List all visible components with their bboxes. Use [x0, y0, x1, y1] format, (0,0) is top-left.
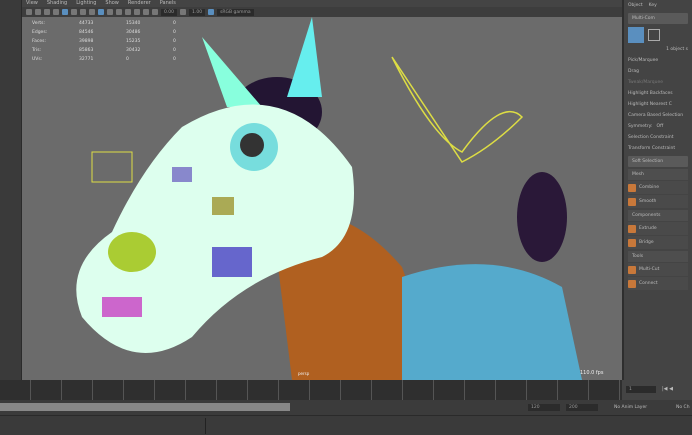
body: [402, 264, 582, 380]
playback-controls[interactable]: |◀ ◀: [662, 386, 673, 392]
smooth-shade-icon[interactable]: [71, 9, 77, 15]
connect-icon: [628, 279, 636, 288]
exposure-icon[interactable]: [152, 9, 158, 15]
drag-radio[interactable]: Drag: [628, 66, 688, 77]
character-set-dropdown[interactable]: No Ch: [676, 405, 690, 410]
viewport[interactable]: [22, 17, 622, 380]
connect-button[interactable]: Connect: [628, 277, 688, 290]
aa-icon[interactable]: [134, 9, 140, 15]
multi-cut-button[interactable]: Multi-Cut: [628, 263, 688, 276]
bridge-icon: [628, 238, 636, 247]
ao-icon[interactable]: [125, 9, 131, 15]
camera-label: persp: [298, 371, 310, 376]
soft-selection-button[interactable]: Soft Selection: [628, 156, 688, 167]
menu-lighting[interactable]: Lighting: [76, 0, 96, 7]
extrude-button[interactable]: Extrude: [628, 222, 688, 235]
extrude-icon: [628, 224, 636, 233]
symmetry-label: Symmetry:: [628, 124, 653, 129]
modeling-toolkit: Object Key Multi-Com 1 object s Pick/Marq…: [622, 0, 692, 380]
combine-icon: [628, 183, 636, 192]
image-plane-icon[interactable]: [44, 9, 50, 15]
menu-shading[interactable]: Shading: [47, 0, 67, 7]
left-toolbox: [0, 0, 22, 380]
section-mesh[interactable]: Mesh: [628, 169, 688, 180]
menu-view[interactable]: View: [26, 0, 38, 7]
current-frame-field[interactable]: 1: [626, 386, 656, 393]
eye-curve: [91, 151, 133, 183]
transform-constraint-dropdown[interactable]: Transform Constraint: [628, 143, 688, 154]
wireframe-on-shaded-icon[interactable]: [98, 9, 104, 15]
max-frame-field[interactable]: 200: [566, 404, 598, 411]
multi-component-button[interactable]: Multi-Com: [628, 13, 688, 24]
textured-icon[interactable]: [80, 9, 86, 15]
object-mode-icon[interactable]: [628, 27, 644, 43]
camera-based-selection[interactable]: Camera Based Selection: [628, 110, 688, 121]
selection-count: 1 object s: [666, 47, 688, 52]
tail: [517, 172, 567, 262]
highlight-backfaces-checkbox[interactable]: Highlight Backfaces: [628, 88, 688, 99]
nostril: [108, 232, 156, 272]
tweak-marquee-radio[interactable]: Tweak/Marquee: [628, 77, 688, 88]
bookmark-icon[interactable]: [35, 9, 41, 15]
menu-panels[interactable]: Panels: [160, 0, 176, 7]
combine-button[interactable]: Combine: [628, 181, 688, 194]
exposure-field[interactable]: 0.00: [161, 8, 178, 16]
time-slider[interactable]: [0, 380, 622, 400]
anim-layer-dropdown[interactable]: No Anim Layer: [614, 405, 647, 410]
highlight-nearest-checkbox[interactable]: Highlight Nearest C: [628, 99, 688, 110]
menu-show[interactable]: Show: [105, 0, 119, 7]
face-mode-icon[interactable]: [648, 29, 660, 41]
section-components[interactable]: Components: [628, 210, 688, 221]
shadows-icon[interactable]: [116, 9, 122, 15]
end-frame-field[interactable]: 120: [528, 404, 560, 411]
tab-key[interactable]: Key: [649, 0, 657, 11]
section-tools[interactable]: Tools: [628, 251, 688, 262]
panel-toolbar: 0.00 1.00 sRGB gamma: [22, 7, 622, 17]
poly-count-hud: Verts: 44733 15340 0 Edges: 84546 30486 0 Face…: [32, 21, 176, 62]
camera-icon[interactable]: [26, 9, 32, 15]
horse-model: [76, 17, 582, 380]
wireframe-icon[interactable]: [62, 9, 68, 15]
pick-marquee-radio[interactable]: Pick/Marquee: [628, 55, 688, 66]
gamma-field[interactable]: 1.00: [189, 8, 206, 16]
smooth-button[interactable]: Smooth: [628, 195, 688, 208]
symmetry-dropdown[interactable]: Off: [657, 121, 664, 132]
command-line[interactable]: [0, 415, 692, 435]
tab-object[interactable]: Object: [628, 0, 643, 11]
range-slider: 120 200 No Anim Layer No Ch: [0, 400, 692, 415]
fps-readout: 110.0 fps: [580, 370, 604, 376]
bridge-button[interactable]: Bridge: [628, 236, 688, 249]
range-bar[interactable]: [0, 403, 290, 411]
color-management-icon[interactable]: [208, 9, 215, 15]
panel-menu-bar: View Shading Lighting Show Renderer Pane…: [22, 0, 622, 7]
xray-icon[interactable]: [107, 9, 113, 15]
grid-icon[interactable]: [53, 9, 59, 15]
selection-constraint-dropdown[interactable]: Selection Constraint: [628, 132, 688, 143]
lights-icon[interactable]: [89, 9, 95, 15]
wing-curve: [391, 56, 524, 163]
isolate-icon[interactable]: [143, 9, 149, 15]
gamma-icon[interactable]: [180, 9, 187, 15]
color-space-select[interactable]: sRGB gamma: [217, 8, 254, 16]
multi-cut-icon: [628, 265, 636, 274]
smooth-icon: [628, 197, 636, 206]
menu-renderer[interactable]: Renderer: [128, 0, 151, 7]
